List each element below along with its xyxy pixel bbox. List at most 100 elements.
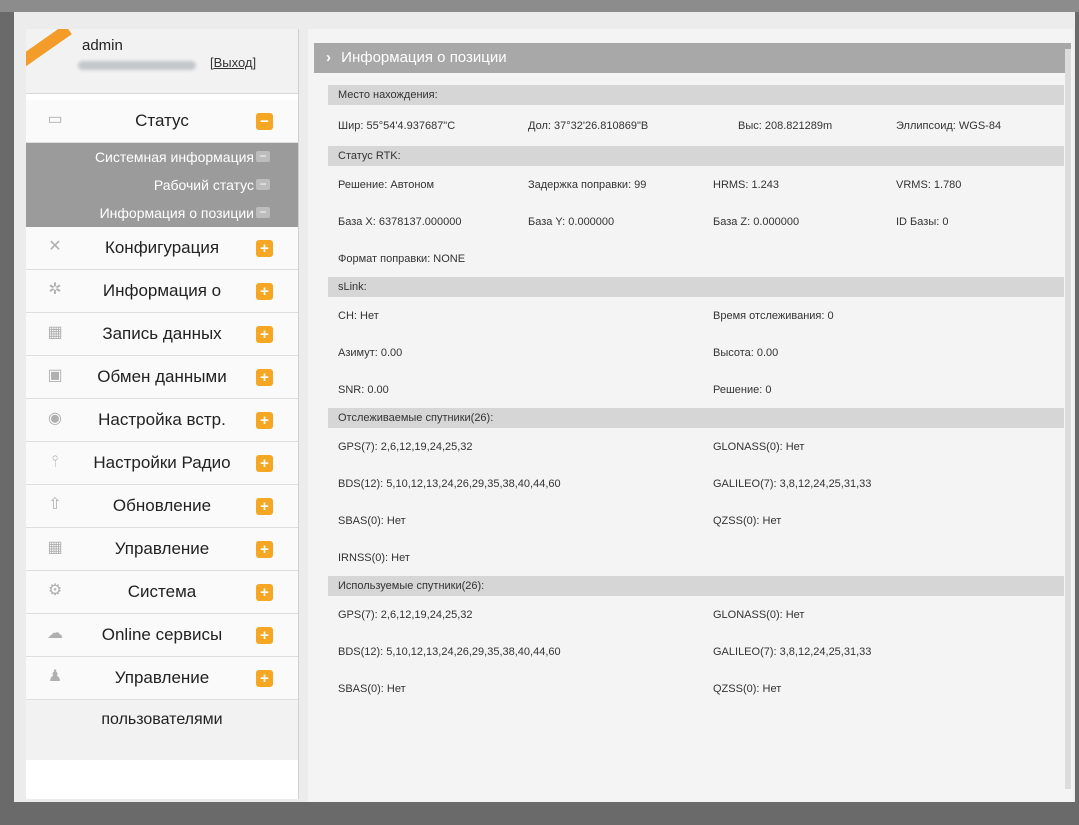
menu-item-label-continued: пользователями [26,700,298,760]
base-z: База Z: 0.000000 [713,215,800,228]
menu-item-label: Управление [114,539,210,558]
tracked-glonass: GLONASS(0): Нет [713,440,805,453]
satellite-icon: ✲ [48,281,62,298]
main-menu: ▭ Статус − Системная информация − Рабочий… [26,100,298,760]
used-qzss: QZSS(0): Нет [713,682,782,695]
menu-item-builtin-settings[interactable]: ◉ Настройка встр. + [26,399,298,442]
settings-icon: ◉ [48,410,62,427]
expand-icon[interactable]: + [256,541,273,558]
upload-icon: ⇧ [48,496,62,513]
used-gps: GPS(7): 2,6,12,19,24,25,32 [338,608,473,621]
tracked-galileo: GALILEO(7): 3,8,12,24,25,31,33 [713,477,872,490]
tracked-gps: GPS(7): 2,6,12,19,24,25,32 [338,440,473,453]
menu-item-update[interactable]: ⇧ Обновление + [26,485,298,528]
menu-item-data-exchange[interactable]: ▣ Обмен данными + [26,356,298,399]
tracked-row-3: SBAS(0): Нет QZSS(0): Нет [328,502,1064,539]
user-panel: admin [Выход] [26,29,298,94]
menu-item-management[interactable]: ▦ Управление + [26,528,298,571]
slink-row-3: SNR: 0.00 Решение: 0 [328,371,1064,408]
used-sbas: SBAS(0): Нет [338,682,406,695]
menu-item-sat-info[interactable]: ✲ Информация о + [26,270,298,313]
used-row-1: GPS(7): 2,6,12,19,24,25,32 GLONASS(0): Н… [328,596,1064,633]
status-submenu: Системная информация − Рабочий статус − Ин… [26,143,298,227]
tracked-bds: BDS(12): 5,10,12,13,24,26,29,35,38,40,44… [338,477,561,490]
submenu-system-info[interactable]: Системная информация − [26,143,298,171]
menu-item-config[interactable]: ✕ Конфигурация + [26,227,298,270]
menu-item-label: Конфигурация [104,238,220,257]
altitude: Выс: 208.821289m [738,119,833,132]
expand-icon[interactable]: + [256,369,273,386]
tracked-sbas: SBAS(0): Нет [338,514,406,527]
minus-icon: − [256,206,270,218]
page-title-bar: › Информация о позиции [314,43,1071,73]
section-rtk: Статус RTK: [328,146,1064,166]
ellipsoid: Эллипсоид: WGS-84 [896,119,1002,132]
used-row-3: SBAS(0): Нет QZSS(0): Нет [328,670,1064,707]
cloud-icon: ☁ [47,625,63,642]
menu-item-label: Настройка встр. [98,410,226,429]
section-used-sats: Используемые спутники(26): [328,576,1064,596]
expand-icon[interactable]: + [256,412,273,429]
bottom-bar [0,802,1079,825]
scrollbar[interactable] [1065,49,1071,789]
menu-item-system[interactable]: ⚙ Система + [26,571,298,614]
base-y: База Y: 0.000000 [528,215,615,228]
slink-solution: Решение: 0 [713,383,772,396]
expand-icon[interactable]: + [256,283,273,300]
users-icon: ♟ [47,668,63,685]
section-location: Место нахождения: [328,85,1064,105]
gear-icon: ⚙ [47,582,63,599]
submenu-work-status[interactable]: Рабочий статус − [26,171,298,199]
slink-ch: CH: Нет [338,309,379,322]
expand-icon[interactable]: + [256,326,273,343]
menu-item-label: Запись данных [102,324,222,343]
position-info-content: Место нахождения: Шир: 55°54'4.937687"C … [328,85,1064,707]
expand-icon[interactable]: + [256,627,273,644]
slink-row-1: CH: Нет Время отслеживания: 0 [328,297,1064,334]
slink-track-time: Время отслеживания: 0 [713,309,834,322]
menu-item-label: Управление [114,668,210,687]
minus-icon: − [256,150,270,162]
exchange-icon: ▣ [47,367,63,384]
submenu-position-info[interactable]: Информация о позиции − [26,199,298,227]
used-row-2: BDS(12): 5,10,12,13,24,26,29,35,38,40,44… [328,633,1064,670]
tracked-qzss: QZSS(0): Нет [713,514,782,527]
monitor-icon: ▭ [47,111,63,128]
app-frame: admin [Выход] ▭ Статус − Системная инфор… [14,12,1075,802]
calendar-icon: ▦ [47,539,63,556]
menu-item-user-management[interactable]: ♟ Управление + [26,657,298,700]
section-slink: sLink: [328,277,1064,297]
top-bar [0,0,1079,12]
main-panel: › Информация о позиции Место нахождения:… [308,29,1073,802]
page-title: Информация о позиции [341,49,507,66]
expand-icon[interactable]: − [256,113,273,130]
section-tracked-sats: Отслеживаемые спутники(26): [328,408,1064,428]
rtk-row: Решение: Автоном Задержка поправки: 99 H… [328,166,1064,203]
menu-item-label: Статус [135,111,189,130]
expand-icon[interactable]: + [256,498,273,515]
blurred-serial [78,61,196,70]
menu-item-label: Информация о [102,281,222,300]
expand-icon[interactable]: + [256,670,273,687]
calendar-icon: ▦ [47,324,63,341]
sidebar: admin [Выход] ▭ Статус − Системная инфор… [26,29,299,799]
correction-delay: Задержка поправки: 99 [528,178,647,191]
menu-item-online[interactable]: ☁ Online сервисы + [26,614,298,657]
tracked-row-1: GPS(7): 2,6,12,19,24,25,32 GLONASS(0): Н… [328,428,1064,465]
correction-format: Формат поправки: NONE [338,252,466,265]
menu-item-label: Настройки Радио [93,453,231,472]
corner-ribbon [26,29,72,70]
rtk-solution: Решение: Автоном [338,178,435,191]
menu-item-status[interactable]: ▭ Статус − [26,100,298,143]
logout-link[interactable]: [Выход] [210,55,256,70]
menu-item-data-log[interactable]: ▦ Запись данных + [26,313,298,356]
base-row: База X: 6378137.000000 База Y: 0.000000 … [328,203,1064,240]
used-galileo: GALILEO(7): 3,8,12,24,25,31,33 [713,645,872,658]
expand-icon[interactable]: + [256,584,273,601]
expand-icon[interactable]: + [256,455,273,472]
minus-icon: − [256,178,270,190]
menu-item-radio[interactable]: ⫯ Настройки Радио + [26,442,298,485]
chevron-right-icon: › [326,49,331,66]
expand-icon[interactable]: + [256,240,273,257]
longitude: Дол: 37°32'26.810869"B [528,119,649,132]
